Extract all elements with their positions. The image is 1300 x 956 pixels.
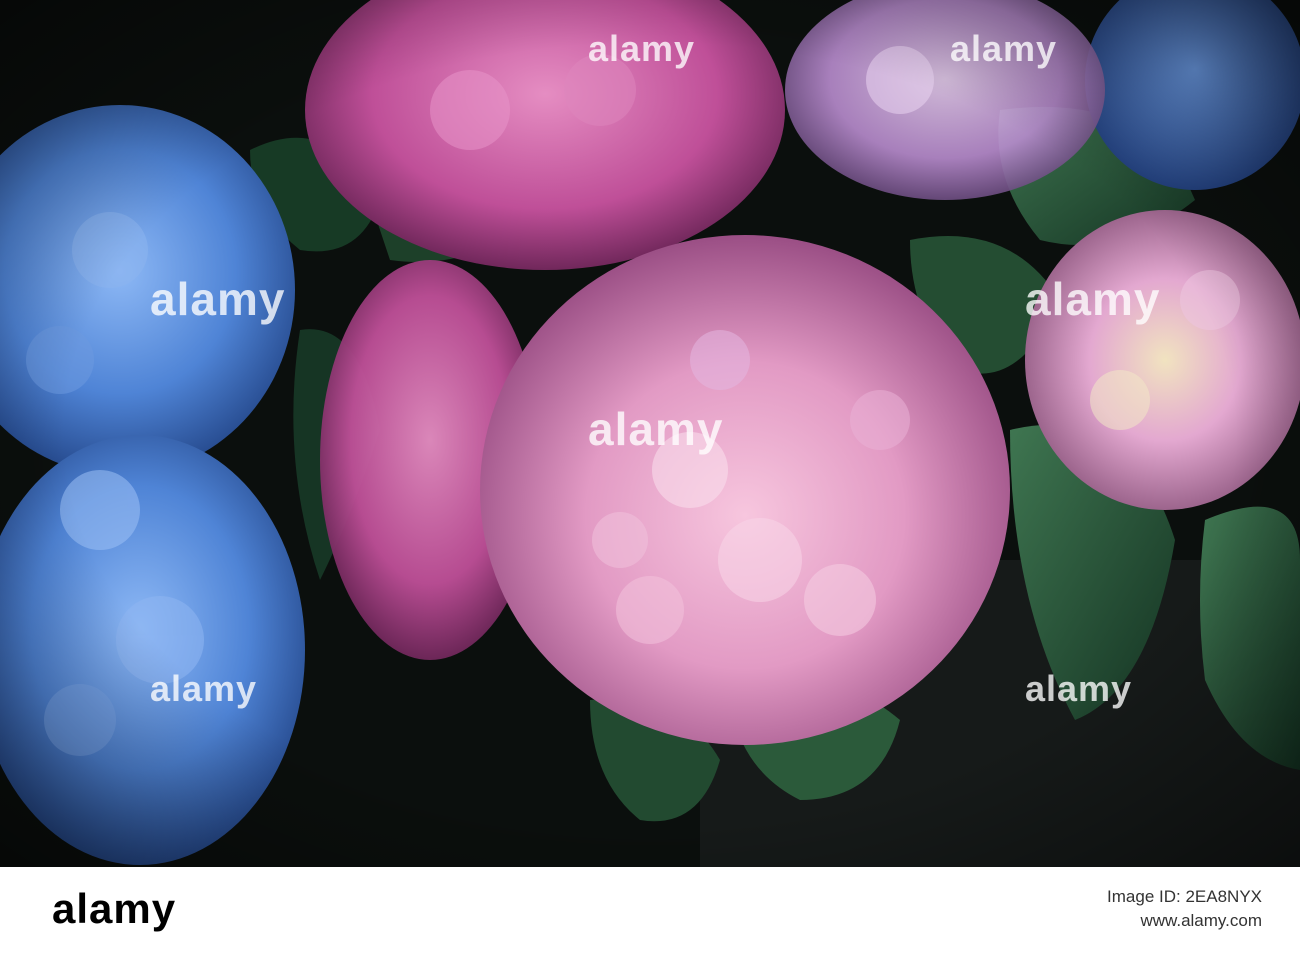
watermark-text: alamy: [150, 668, 258, 709]
image-id: Image ID: 2EA8NYX: [1107, 887, 1262, 906]
footer-bar: alamy Image ID: 2EA8NYX www.alamy.com: [0, 867, 1300, 956]
watermark-text: alamy: [950, 28, 1058, 69]
image-info: Image ID: 2EA8NYX www.alamy.com: [1107, 885, 1262, 933]
alamy-logo[interactable]: alamy: [52, 885, 176, 933]
watermark-text: alamy: [1025, 668, 1133, 709]
watermark-text: alamy: [588, 403, 724, 455]
watermark-text: alamy: [588, 28, 696, 69]
photo: alamy alamy alamy alamy alamy alamy alam…: [0, 0, 1300, 867]
site-url[interactable]: www.alamy.com: [1107, 909, 1262, 933]
watermark-text: alamy: [150, 273, 286, 325]
watermark-text: alamy: [1025, 273, 1161, 325]
